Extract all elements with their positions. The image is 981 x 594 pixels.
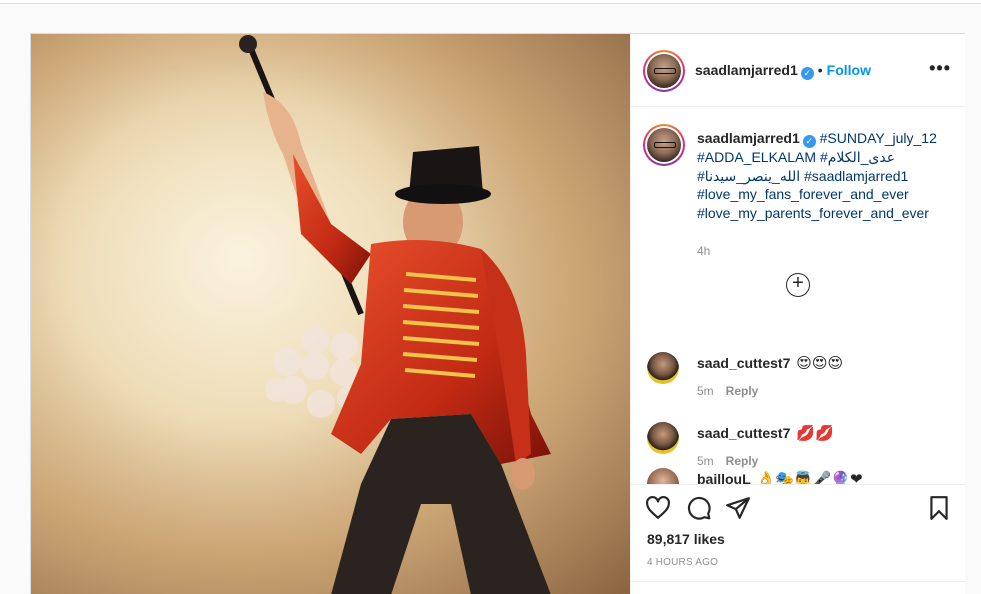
hashtag[interactable]: #SUNDAY_july_12 — [820, 130, 937, 146]
verified-badge-icon: ✓ — [800, 67, 814, 80]
comment-body: saad_cuttest7 💋💋 — [697, 424, 834, 442]
follow-button[interactable]: Follow — [827, 62, 871, 78]
post-photo[interactable] — [31, 34, 630, 594]
commenter-avatar[interactable] — [647, 468, 679, 484]
post-card: saadlamjarred1 ✓ • Follow ••• saadlamjarred… — [30, 33, 966, 594]
separator-dot: • — [817, 62, 823, 78]
post-side-panel: saadlamjarred1 ✓ • Follow ••• saadlamjarred… — [630, 34, 966, 594]
likes-count[interactable]: 89,817 likes — [647, 531, 725, 547]
heart-icon[interactable] — [645, 495, 671, 521]
caption-text: saadlamjarred1 ✓ #SUNDAY_july_12 #ADDA_EL… — [697, 129, 957, 222]
reply-button[interactable]: Reply — [726, 454, 759, 468]
hashtag[interactable]: #love_my_parents_forever_and_ever — [697, 205, 929, 221]
bookmark-icon[interactable] — [926, 495, 952, 521]
caption-timestamp[interactable]: 4h — [697, 244, 710, 258]
comments-section: saadlamjarred1 ✓ #SUNDAY_july_12 #ADDA_EL… — [631, 108, 966, 484]
caption-username[interactable]: saadlamjarred1 — [697, 130, 800, 146]
post-header: saadlamjarred1 ✓ • Follow ••• — [631, 34, 965, 107]
reply-button[interactable]: Reply — [726, 384, 759, 398]
comment-meta: 5m Reply — [697, 454, 758, 468]
header-user: saadlamjarred1 ✓ • Follow — [695, 62, 871, 80]
top-divider — [0, 0, 981, 4]
comment-icon[interactable] — [686, 495, 712, 521]
commenter-avatar[interactable] — [647, 352, 679, 384]
comment-text: 😍😍😍 — [796, 355, 844, 372]
post-timestamp[interactable]: 4 HOURS AGO — [647, 557, 718, 568]
comment-time[interactable]: 5m — [697, 454, 714, 468]
author-avatar[interactable] — [643, 50, 685, 92]
comment-body: saad_cuttest7 😍😍😍 — [697, 354, 843, 372]
commenter-avatar[interactable] — [647, 422, 679, 454]
comment-meta: 5m Reply — [697, 384, 758, 398]
author-username[interactable]: saadlamjarred1 — [695, 62, 798, 78]
comment-body: baillouL 👌🎭👼🎤🔮❤ — [697, 470, 863, 484]
performer-illustration — [31, 34, 630, 594]
more-icon[interactable]: ••• — [929, 58, 951, 79]
comment-text: 👌🎭👼🎤🔮❤ — [756, 471, 863, 484]
hashtag[interactable]: #love_my_fans_forever_and_ever — [697, 186, 909, 202]
add-comment-row[interactable] — [631, 581, 966, 594]
commenter-username[interactable]: saad_cuttest7 — [697, 355, 790, 371]
hashtag[interactable]: #ADDA_ELKALAM #عدى_الكلام — [697, 149, 895, 165]
share-icon[interactable] — [725, 495, 751, 521]
verified-badge-icon: ✓ — [802, 135, 816, 148]
caption-author-avatar[interactable] — [643, 124, 685, 166]
commenter-username[interactable]: baillouL — [697, 471, 751, 484]
hashtag[interactable]: #الله_ينصر_سيدنا #saadlamjarred1 — [697, 168, 908, 184]
action-bar: 89,817 likes 4 HOURS AGO — [631, 484, 966, 594]
commenter-username[interactable]: saad_cuttest7 — [697, 425, 790, 441]
plus-circle-icon[interactable]: + — [786, 273, 810, 297]
comment-time[interactable]: 5m — [697, 384, 714, 398]
comment-text: 💋💋 — [796, 425, 834, 442]
